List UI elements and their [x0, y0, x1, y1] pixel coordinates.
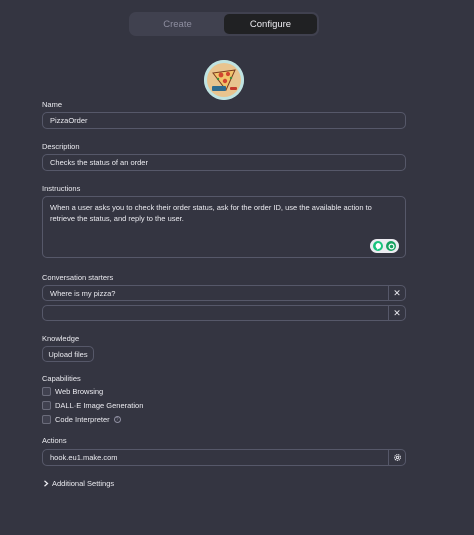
tab-configure[interactable]: Configure [224, 14, 317, 34]
gpt-avatar[interactable] [204, 60, 244, 100]
capability-label: Web Browsing [55, 387, 104, 396]
actions-label: Actions [42, 436, 67, 445]
dalle-checkbox[interactable] [42, 401, 51, 410]
instructions-text: When a user asks you to check their orde… [50, 203, 372, 223]
grammar-icon[interactable] [373, 241, 383, 251]
action-domain[interactable]: hook.eu1.make.com [42, 449, 389, 466]
additional-settings-label: Additional Settings [52, 479, 115, 488]
web-browsing-checkbox[interactable] [42, 387, 51, 396]
chevron-right-icon [44, 480, 49, 487]
name-input[interactable]: PizzaOrder [42, 112, 406, 129]
additional-settings-toggle[interactable]: Additional Settings [43, 479, 114, 488]
close-icon[interactable]: ✕ [389, 285, 406, 301]
mode-switch: Create Configure [129, 12, 319, 36]
starter-row: ✕ [42, 305, 406, 321]
code-interpreter-checkbox[interactable] [42, 415, 51, 424]
description-label: Description [42, 142, 80, 151]
starters-label: Conversation starters [42, 273, 114, 282]
info-icon[interactable]: ? [113, 416, 121, 423]
close-icon[interactable]: ✕ [389, 305, 406, 321]
starter-input[interactable]: Where is my pizza? [42, 285, 389, 301]
action-row: hook.eu1.make.com [42, 449, 406, 466]
textarea-extension-icons [370, 239, 399, 253]
instructions-label: Instructions [42, 184, 81, 193]
capability-web-browsing[interactable]: Web Browsing [42, 387, 103, 396]
starter-row: Where is my pizza? ✕ [42, 285, 406, 301]
upload-files-button[interactable]: Upload files [42, 346, 94, 362]
capability-label: Code Interpreter [55, 415, 110, 424]
capability-code-interpreter[interactable]: Code Interpreter ? [42, 415, 121, 424]
capability-dalle[interactable]: DALL·E Image Generation [42, 401, 143, 410]
tab-create[interactable]: Create [131, 14, 224, 34]
gear-icon[interactable] [389, 449, 406, 466]
pizza-avatar-icon [204, 60, 244, 100]
description-input[interactable]: Checks the status of an order [42, 154, 406, 171]
starter-input[interactable] [42, 305, 389, 321]
assistant-icon[interactable] [386, 241, 396, 251]
instructions-textarea[interactable]: When a user asks you to check their orde… [42, 196, 406, 258]
name-label: Name [42, 100, 63, 109]
knowledge-label: Knowledge [42, 334, 80, 343]
capability-label: DALL·E Image Generation [55, 401, 144, 410]
capabilities-label: Capabilities [42, 374, 81, 383]
